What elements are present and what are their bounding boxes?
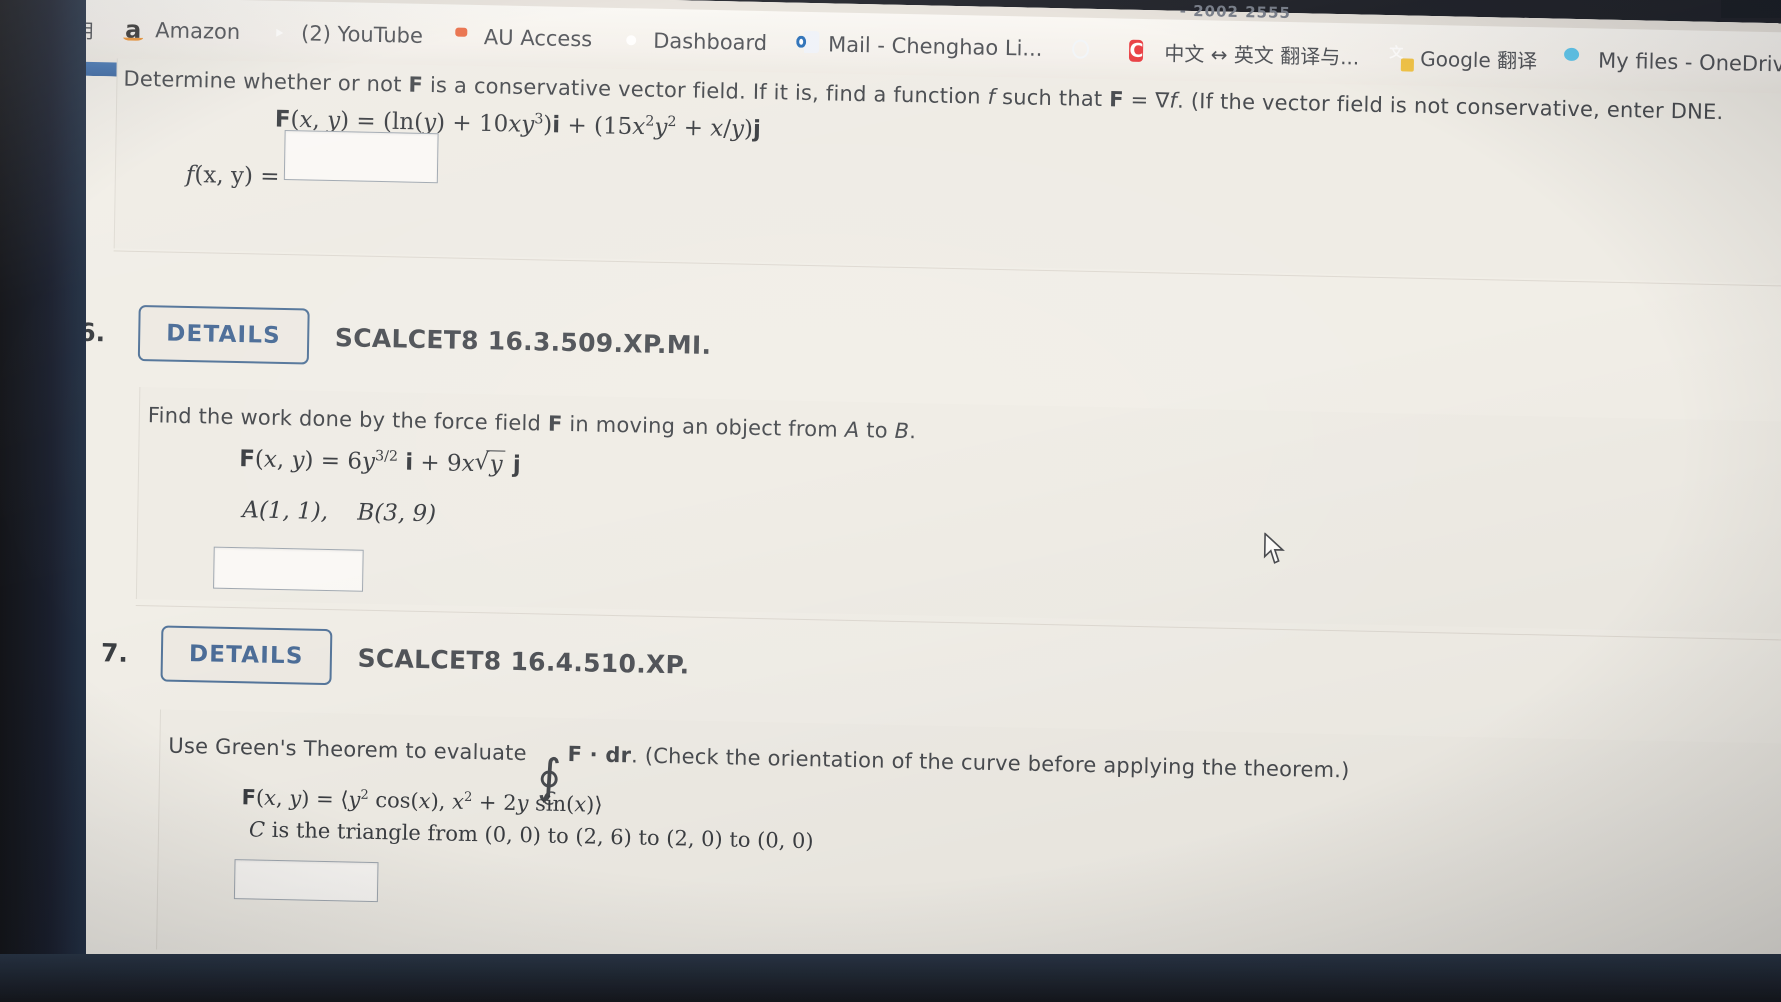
question-points-6: A(1, 1), B(3, 9) (242, 497, 436, 527)
au-access-icon (449, 23, 475, 50)
bookmark-label: AU Access (483, 25, 593, 52)
monitor-bezel-top-right (1721, 0, 1781, 18)
prompt-vector-F2: F (1108, 87, 1124, 112)
answer-label-rest: (x, y) = (194, 162, 280, 190)
prompt-vector-F: F (408, 72, 424, 97)
globe-icon (1068, 36, 1094, 63)
curve-description: is the triangle from (0, 0) to (2, 6) to… (264, 817, 814, 854)
prompt-text-d: . (909, 419, 917, 444)
bookmark-label: 中文 ↔ 英文 翻译与... (1164, 40, 1360, 69)
prompt-text-e: . (If the vector field is not conservati… (1176, 88, 1724, 125)
question-number: 7. (100, 637, 129, 668)
assignment-paper: Determine whether or not F is a conserva… (43, 58, 1781, 1002)
youtube-icon (266, 20, 292, 47)
question-body-7: Use Green's Theorem to evaluate ∮ C F · … (156, 709, 1781, 984)
outlook-mail-icon (793, 31, 819, 58)
cnki-translate-icon: C (1129, 39, 1144, 62)
bookmark-cnki-translate[interactable]: C 中文 ↔ 英文 翻译与... (1119, 32, 1369, 74)
question-block-6: 6. DETAILS SCALCET8 16.3.509.XP.MI. Find… (55, 303, 1781, 641)
question-prompt-7: Use Green's Theorem to evaluate ∮ C F · … (168, 733, 1350, 810)
mouse-cursor (1263, 532, 1285, 564)
point-a-text: A(1, 1), (242, 497, 329, 525)
bookmark-label: My files - OneDrive (1597, 48, 1781, 77)
question-code: SCALCET8 16.3.509.XP.MI. (334, 322, 712, 360)
bookmark-youtube[interactable]: (2) YouTube (256, 15, 433, 53)
prompt-point-B: B (894, 418, 910, 444)
question-curve-7: C is the triangle from (0, 0) to (2, 6) … (249, 817, 814, 853)
bookmark-google-translate[interactable]: Google 翻译 (1375, 37, 1547, 78)
onedrive-icon (1563, 47, 1589, 74)
webassign-page: Determine whether or not F is a conserva… (0, 58, 1781, 1002)
details-button-7[interactable]: DETAILS (160, 625, 333, 686)
answer-input-q6[interactable] (213, 546, 364, 592)
prompt-text-b: in moving an object from (562, 411, 846, 442)
prompt-text-c: such that (995, 84, 1110, 112)
browser-window: - 2002 2555 应用 a Amazon (2) YouTube (0, 0, 1781, 1002)
bookmark-mail[interactable]: Mail - Chenghao Li... (783, 26, 1053, 66)
bookmark-amazon[interactable]: a Amazon (110, 12, 250, 49)
prompt-vector-r: r (620, 743, 632, 768)
prompt-text-c: to (859, 418, 895, 443)
details-button-6[interactable]: DETAILS (137, 304, 310, 365)
question-body: Determine whether or not F is a conserva… (113, 58, 1781, 285)
question-formula-6: F(x, y) = 6y3/2 i + 9xy j (239, 445, 521, 478)
prompt-text-a: Find the work done by the force field (147, 403, 549, 436)
prompt-text-c: . (Check the orientation of the curve be… (630, 743, 1350, 783)
question-block-7: 7. DETAILS SCALCET8 16.4.510.XP. Use Gre… (49, 623, 1781, 984)
prompt-text-a: Use Green's Theorem to evaluate (168, 733, 534, 766)
google-translate-icon (1385, 43, 1411, 70)
answer-input-q7[interactable] (233, 859, 379, 903)
prompt-point-A: A (844, 417, 860, 443)
answer-input-q5[interactable] (283, 129, 439, 184)
prompt-text-b: is a conservative vector field. If it is… (422, 72, 988, 109)
question-body-6: Find the work done by the force field F … (135, 387, 1781, 634)
monitor-bezel-bottom (0, 954, 1781, 1002)
prompt-vector-F: F · d (567, 742, 621, 768)
question-header-7: 7. DETAILS SCALCET8 16.4.510.XP. (101, 624, 690, 692)
amazon-icon: a (120, 16, 146, 44)
point-b-text: B(3, 9) (357, 499, 437, 528)
bookmark-au-access[interactable]: AU Access (439, 19, 603, 56)
question-prompt-6: Find the work done by the force field F … (148, 403, 917, 443)
question-code: SCALCET8 16.4.510.XP. (357, 643, 690, 680)
bookmark-label: (2) YouTube (300, 21, 424, 48)
bookmark-label: Dashboard (652, 28, 768, 56)
prompt-vector-F: F (547, 411, 563, 436)
bookmark-label: Google 翻译 (1420, 46, 1538, 73)
prompt-text-a: Determine whether or not (123, 66, 409, 97)
monitor-bezel-left (0, 0, 86, 1002)
question-header-6: 6. DETAILS SCALCET8 16.3.509.XP.MI. (78, 304, 712, 373)
bookmark-globe[interactable] (1058, 32, 1114, 67)
bookmark-onedrive[interactable]: My files - OneDrive (1553, 43, 1781, 82)
prompt-text-d: = ∇ (1123, 87, 1170, 113)
monitor-photo: - 2002 2555 应用 a Amazon (2) YouTube (0, 0, 1781, 1002)
dashboard-icon (618, 27, 644, 54)
bookmark-label: Mail - Chenghao Li... (827, 32, 1043, 61)
bookmark-dashboard[interactable]: Dashboard (608, 23, 777, 61)
bookmark-label: Amazon (155, 18, 241, 45)
curve-name: C (248, 817, 266, 842)
answer-label: f(x, y) = (186, 162, 280, 190)
